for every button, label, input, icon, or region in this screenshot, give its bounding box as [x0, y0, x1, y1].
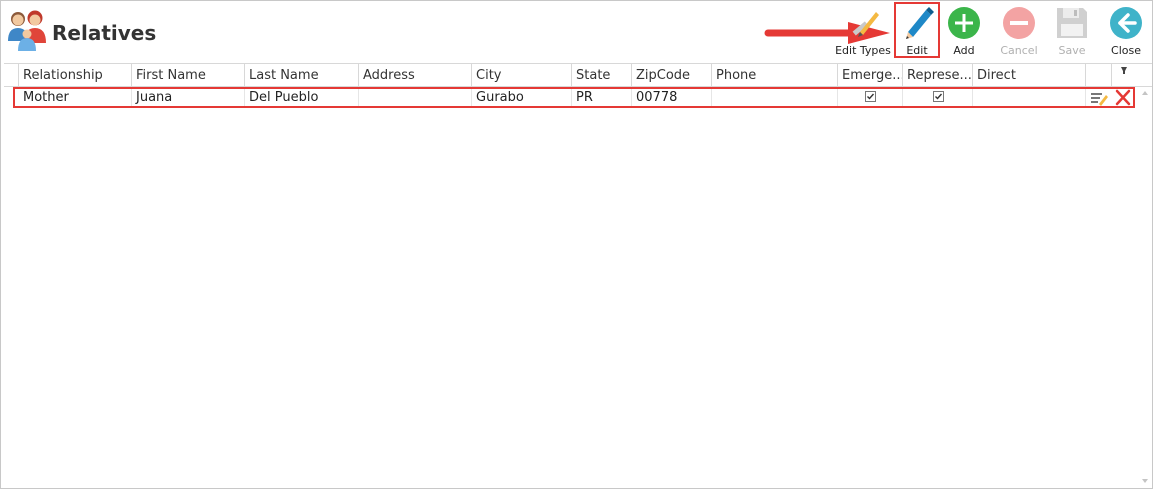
floppy-disk-icon: [1057, 8, 1087, 38]
edit-types-button[interactable]: Edit Types: [834, 4, 892, 58]
close-button[interactable]: Close: [1106, 4, 1146, 58]
plus-circle-icon: [948, 7, 980, 39]
edit-highlight-box: [894, 2, 940, 58]
column-header-first-name[interactable]: First Name: [132, 64, 245, 87]
filter-icon: [1121, 67, 1127, 74]
page-title: Relatives: [52, 21, 157, 45]
column-header-state[interactable]: State: [572, 64, 632, 87]
row-indicator-header: [4, 64, 19, 87]
header-bar: Relatives Edit Types Edit Add Cancel Sav…: [0, 0, 1153, 62]
arrow-left-circle-icon: [1110, 7, 1142, 39]
family-icon: [8, 10, 46, 51]
column-header-zipcode[interactable]: ZipCode: [632, 64, 712, 87]
close-label: Close: [1111, 44, 1141, 57]
edit-types-label: Edit Types: [835, 44, 891, 57]
row-highlight-box: [13, 87, 1135, 108]
save-button[interactable]: Save: [1052, 4, 1092, 58]
column-header-representative[interactable]: Represe...: [903, 64, 973, 87]
cancel-button[interactable]: Cancel: [997, 4, 1041, 58]
relatives-grid: Relationship First Name Last Name Addres…: [4, 63, 1152, 487]
add-label: Add: [953, 44, 975, 57]
cancel-label: Cancel: [1000, 44, 1038, 57]
column-header-relationship[interactable]: Relationship: [19, 64, 132, 87]
column-header-last-name[interactable]: Last Name: [245, 64, 359, 87]
save-label: Save: [1058, 44, 1086, 57]
scroll-up-arrow-icon[interactable]: [1140, 88, 1150, 98]
pencil-ruler-icon: [852, 12, 879, 37]
column-header-emergency[interactable]: Emerge...: [838, 64, 903, 87]
column-header-address[interactable]: Address: [359, 64, 472, 87]
add-button[interactable]: Add: [944, 4, 984, 58]
column-header-direct[interactable]: Direct: [973, 64, 1086, 87]
scroll-down-arrow-icon[interactable]: [1140, 476, 1150, 486]
column-header-phone[interactable]: Phone: [712, 64, 838, 87]
grid-header-row: Relationship First Name Last Name Addres…: [4, 63, 1152, 87]
filter-button[interactable]: [1112, 64, 1136, 87]
vertical-scrollbar[interactable]: [1138, 88, 1152, 486]
column-header-city[interactable]: City: [472, 64, 572, 87]
action-column-header: [1086, 64, 1112, 87]
minus-circle-icon: [1003, 7, 1035, 39]
